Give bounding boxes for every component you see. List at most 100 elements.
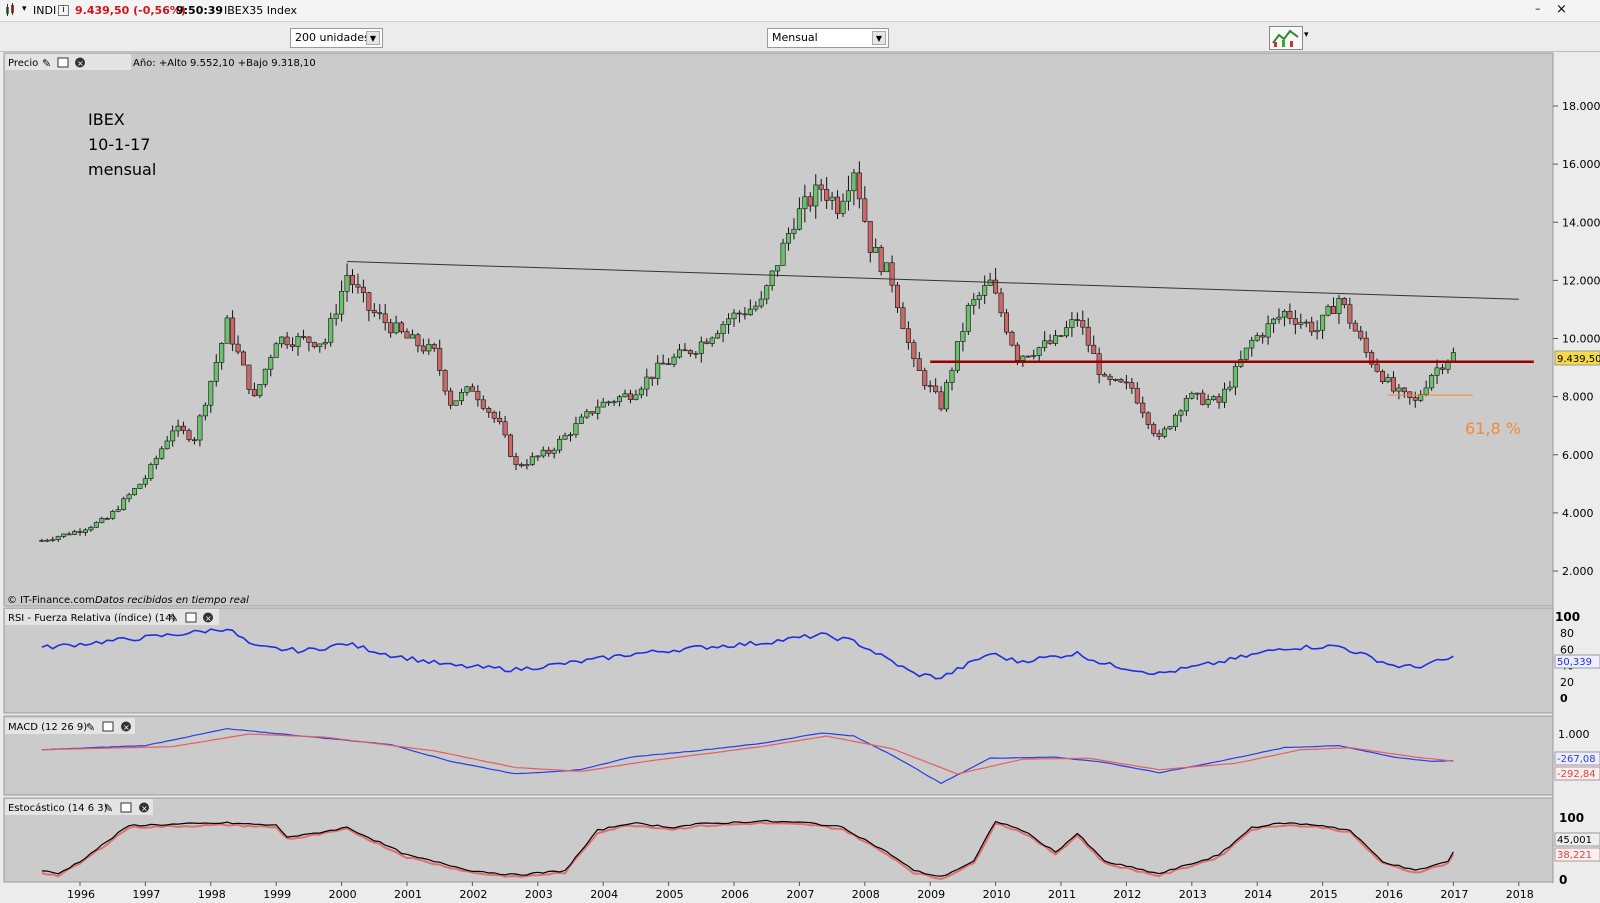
candle-body <box>840 200 846 214</box>
stoch-tick-label: 0 <box>1559 873 1567 887</box>
candle-body <box>1102 374 1108 377</box>
candle-body <box>322 341 328 345</box>
candle-body <box>922 370 928 386</box>
candle-body <box>355 284 361 288</box>
candle-body <box>666 363 672 366</box>
candle-body <box>442 370 448 392</box>
candle-body <box>458 392 464 402</box>
year-tick-label: 1996 <box>67 888 95 901</box>
candle-body <box>508 434 514 457</box>
candle-body <box>1058 335 1064 337</box>
candle-body <box>900 307 906 330</box>
candle-body <box>393 322 399 334</box>
candle-body <box>1434 367 1440 376</box>
candle-body <box>132 488 138 496</box>
candle-body <box>1374 363 1380 372</box>
candle-body <box>813 184 819 207</box>
candle-body <box>1303 321 1309 324</box>
candle-body <box>241 351 247 366</box>
candle-body <box>1276 316 1282 320</box>
candle-body <box>191 439 197 442</box>
candle-body <box>873 247 879 253</box>
candle-body <box>633 394 639 400</box>
window-icon[interactable] <box>57 57 69 68</box>
candle-body <box>617 396 623 403</box>
candle-body <box>693 353 699 355</box>
candle-body <box>491 411 497 419</box>
wrench-icon[interactable]: ✎ <box>104 802 113 815</box>
candle-body <box>796 208 802 230</box>
candle-body <box>181 425 187 431</box>
footer-copyright: © IT-Finance.com <box>7 595 95 606</box>
year-tick-label: 2008 <box>852 888 880 901</box>
candle-body <box>1358 330 1364 339</box>
candle-body <box>148 464 154 479</box>
candle-body <box>284 336 290 346</box>
candle-body <box>1232 366 1238 388</box>
candle-body <box>764 285 770 300</box>
candle-body <box>709 337 715 344</box>
candle-body <box>328 318 334 343</box>
wrench-icon[interactable]: ✎ <box>86 721 95 734</box>
stoch-tick-label: 100 <box>1559 811 1584 825</box>
price-tick-label: 16.000 <box>1562 158 1600 171</box>
rsi-tick-label: 20 <box>1560 676 1574 689</box>
candle-body <box>1281 310 1287 318</box>
candle-body <box>589 411 595 414</box>
rsi-panel-bg <box>3 607 1554 714</box>
candle-body <box>371 310 377 314</box>
candle-body <box>153 457 159 465</box>
candle-body <box>257 384 263 397</box>
candle-body <box>655 362 661 379</box>
candle-body <box>137 483 143 489</box>
rsi-label: RSI - Fuerza Relativa (índice) (14) <box>8 612 176 624</box>
candle-body <box>889 262 895 286</box>
footer-realtime: Datos recibidos en tiempo real <box>95 595 249 606</box>
candle-body <box>687 350 693 354</box>
candle-body <box>911 342 917 360</box>
candle-body <box>933 385 939 393</box>
candle-body <box>1074 319 1080 321</box>
year-tick-label: 2009 <box>917 888 945 901</box>
candle-body <box>1151 424 1157 434</box>
candle-body <box>824 188 830 201</box>
candle-body <box>388 322 394 334</box>
candle-body <box>671 356 677 365</box>
candle-body <box>867 221 873 253</box>
candle-body <box>1331 306 1337 314</box>
wrench-icon[interactable]: ✎ <box>42 57 51 70</box>
candle-body <box>1156 433 1162 437</box>
candle-body <box>1249 339 1255 349</box>
svg-text:×: × <box>205 614 212 623</box>
window-icon[interactable] <box>102 721 114 732</box>
candle-body <box>894 284 900 308</box>
candle-body <box>944 382 950 410</box>
candle-body <box>1091 344 1097 355</box>
fib-label: 61,8 % <box>1465 419 1521 438</box>
candle-body <box>1243 347 1249 360</box>
candle-body <box>55 536 61 540</box>
window-icon[interactable] <box>185 612 197 623</box>
candle-body <box>251 389 257 397</box>
price-tick-label: 2.000 <box>1562 565 1594 578</box>
wrench-icon[interactable]: ✎ <box>169 612 178 625</box>
candle-body <box>360 286 366 293</box>
candle-body <box>954 341 960 371</box>
candle-body <box>399 322 405 333</box>
candle-body <box>851 172 857 192</box>
candle-body <box>1025 355 1031 358</box>
candle-body <box>704 341 710 344</box>
candle-body <box>93 522 99 528</box>
candle-body <box>965 304 971 332</box>
candle-body <box>197 415 203 441</box>
svg-text:×: × <box>141 804 148 813</box>
year-tick-label: 2000 <box>329 888 357 901</box>
candle-body <box>262 368 268 385</box>
candle-body <box>121 498 127 510</box>
candle-body <box>1423 387 1429 395</box>
candle-body <box>202 404 208 417</box>
candle-body <box>1047 340 1053 344</box>
year-tick-label: 2017 <box>1440 888 1468 901</box>
candle-body <box>1080 320 1086 328</box>
window-icon[interactable] <box>120 802 132 813</box>
